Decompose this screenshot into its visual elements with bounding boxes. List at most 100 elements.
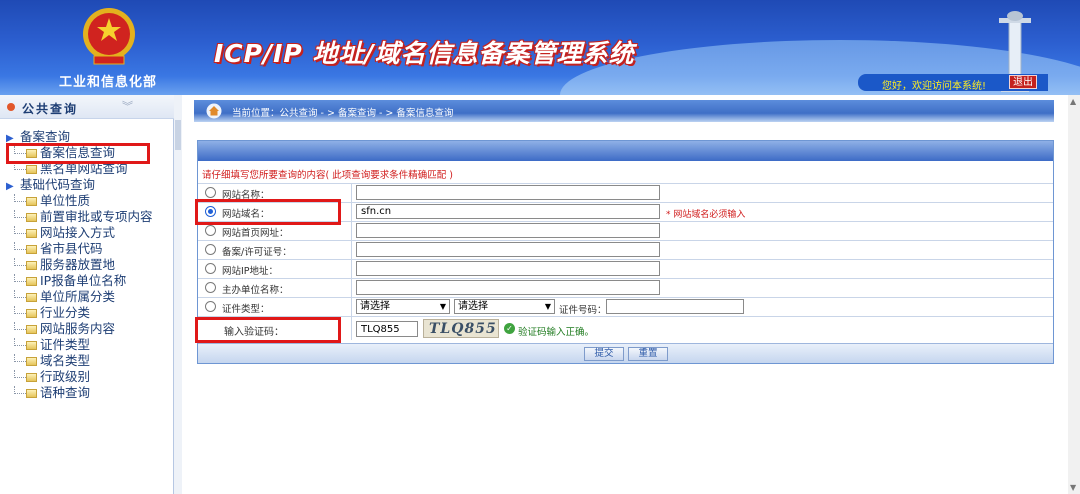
form-title-bar xyxy=(198,141,1053,161)
tree-item-cert-type[interactable]: 证件类型 xyxy=(14,337,90,353)
national-emblem-icon xyxy=(83,8,135,65)
chevron-down-icon: ▼ xyxy=(544,302,551,311)
tree-label: 域名类型 xyxy=(40,353,91,368)
captcha-image[interactable]: TLQ855 xyxy=(423,319,499,338)
tree-label: IP报备单位名称 xyxy=(40,273,127,288)
select-value: 请选择 xyxy=(360,301,390,312)
radio-site-ip[interactable] xyxy=(205,263,216,274)
tree-item-industry[interactable]: 行业分类 xyxy=(14,305,90,321)
highlight-box-domain xyxy=(195,199,341,225)
homepage-url-input[interactable] xyxy=(356,223,660,238)
tree-label: 备案查询 xyxy=(20,129,71,144)
splitter-handle[interactable] xyxy=(175,120,181,150)
check-circle-icon: ✓ xyxy=(504,323,515,334)
tree-label: 单位所属分类 xyxy=(40,289,116,304)
page-icon xyxy=(26,245,37,254)
tree-label: 语种查询 xyxy=(40,385,91,400)
system-title: ICP/IP 地址/域名信息备案管理系统 xyxy=(214,39,635,68)
submit-button[interactable]: 提交 xyxy=(584,347,624,361)
tree-item-access-method[interactable]: 网站接入方式 xyxy=(14,225,115,241)
tree-item-language-query[interactable]: 语种查询 xyxy=(14,385,90,401)
collapse-chevron-icon[interactable]: ︾ xyxy=(122,98,133,114)
page-icon xyxy=(26,213,37,222)
breadcrumb: 当前位置：公共查询 - > 备案查询 - > 备案信息查询 xyxy=(194,100,1054,122)
cert-no-input[interactable] xyxy=(606,299,744,314)
tree-label: 网站服务内容 xyxy=(40,321,116,336)
site-domain-input[interactable] xyxy=(356,204,660,219)
site-ip-input[interactable] xyxy=(356,261,660,276)
domain-required-note: * 网站域名必须输入 xyxy=(666,210,746,220)
tree-item-unit-nature[interactable]: 单位性质 xyxy=(14,193,90,209)
tree-item-domain-type[interactable]: 域名类型 xyxy=(14,353,90,369)
main-scrollbar[interactable]: ▲ ▼ xyxy=(1068,95,1080,494)
radio-sponsor-name[interactable] xyxy=(205,282,216,293)
page-icon xyxy=(26,229,37,238)
license-no-input[interactable] xyxy=(356,242,660,257)
sponsor-name-input[interactable] xyxy=(356,280,660,295)
scroll-down-icon[interactable]: ▼ xyxy=(1070,483,1076,492)
radio-cert-type[interactable] xyxy=(205,301,216,312)
captcha-input[interactable] xyxy=(356,321,418,337)
select-value: 请选择 xyxy=(458,301,488,312)
page-icon xyxy=(26,197,37,206)
breadcrumb-text: 当前位置：公共查询 - > 备案查询 - > 备案信息查询 xyxy=(232,108,454,119)
radio-homepage-url[interactable] xyxy=(205,225,216,236)
row-sponsor-name: 主办单位名称： xyxy=(198,278,1053,297)
tree-item-pre-approval[interactable]: 前置审批或专项内容 xyxy=(14,209,153,225)
page-icon xyxy=(26,277,37,286)
tree-label: 前置审批或专项内容 xyxy=(40,209,153,224)
scroll-up-icon[interactable]: ▲ xyxy=(1070,97,1076,106)
tree-label: 行政级别 xyxy=(40,369,91,384)
header-banner: 工业和信息化部 ICP/IP 地址/域名信息备案管理系统 您好，欢迎访问本系统!… xyxy=(0,0,1080,95)
label-site-ip: 网站IP地址： xyxy=(222,266,279,277)
label-license-no: 备案/许可证号： xyxy=(222,247,292,258)
tree-label: 单位性质 xyxy=(40,193,91,208)
label-homepage-url: 网站首页网址： xyxy=(222,228,289,239)
tree-item-region-code[interactable]: 省市县代码 xyxy=(14,241,103,257)
row-cert-type: 证件类型： 请选择 ▼ 请选择 ▼ 证件号码： xyxy=(198,297,1053,316)
reset-button[interactable]: 重置 xyxy=(628,347,668,361)
page-icon xyxy=(26,309,37,318)
captcha-image-text: TLQ855 xyxy=(429,321,497,337)
welcome-text: 您好，欢迎访问本系统! xyxy=(882,81,987,92)
captcha-ok-text: 验证码输入正确。 xyxy=(518,327,595,338)
page-icon xyxy=(26,341,37,350)
form-hint: 请仔细填写您所要查询的内容( 此项查询要求条件精确匹配 ) xyxy=(202,170,453,181)
tree-item-admin-level[interactable]: 行政级别 xyxy=(14,369,90,385)
row-license-no: 备案/许可证号： xyxy=(198,240,1053,259)
bullet-icon xyxy=(7,103,15,111)
tree-item-unit-category[interactable]: 单位所属分类 xyxy=(14,289,115,305)
highlight-box-captcha xyxy=(195,317,341,343)
tree-item-ip-unit-name[interactable]: IP报备单位名称 xyxy=(14,273,126,289)
page-icon xyxy=(26,293,37,302)
tree-label: 证件类型 xyxy=(40,337,91,352)
site-name-input[interactable] xyxy=(356,185,660,200)
tree-item-server-location[interactable]: 服务器放置地 xyxy=(14,257,115,273)
page-icon xyxy=(26,165,37,174)
label-cert-no: 证件号码： xyxy=(559,305,607,316)
page-icon xyxy=(26,389,37,398)
page-icon xyxy=(26,261,37,270)
page-icon xyxy=(26,357,37,366)
page-icon xyxy=(26,325,37,334)
cert-type-select-2[interactable]: 请选择 ▼ xyxy=(454,299,555,314)
radio-license-no[interactable] xyxy=(205,244,216,255)
tree-item-service-content[interactable]: 网站服务内容 xyxy=(14,321,115,337)
tree-label: 行业分类 xyxy=(40,305,91,320)
tree-label: 网站接入方式 xyxy=(40,225,116,240)
tree-group-base-code-query[interactable]: ▶ 基础代码查询 xyxy=(6,177,95,193)
cert-type-select-1[interactable]: 请选择 ▼ xyxy=(356,299,450,314)
row-site-ip: 网站IP地址： xyxy=(198,259,1053,278)
logout-button[interactable]: 退出 xyxy=(1009,75,1037,89)
label-sponsor-name: 主办单位名称： xyxy=(222,285,289,296)
tree-label: 服务器放置地 xyxy=(40,257,116,272)
highlight-box-sidebar xyxy=(6,143,150,164)
home-icon xyxy=(206,103,222,119)
org-name: 工业和信息化部 xyxy=(58,75,157,90)
sidebar-header[interactable]: 公共查询 ︾ xyxy=(0,95,174,119)
tree-label: 省市县代码 xyxy=(40,241,103,256)
radio-site-name[interactable] xyxy=(205,187,216,198)
page-icon xyxy=(26,373,37,382)
sidebar-splitter[interactable] xyxy=(174,95,182,494)
label-cert-type: 证件类型： xyxy=(222,304,270,315)
